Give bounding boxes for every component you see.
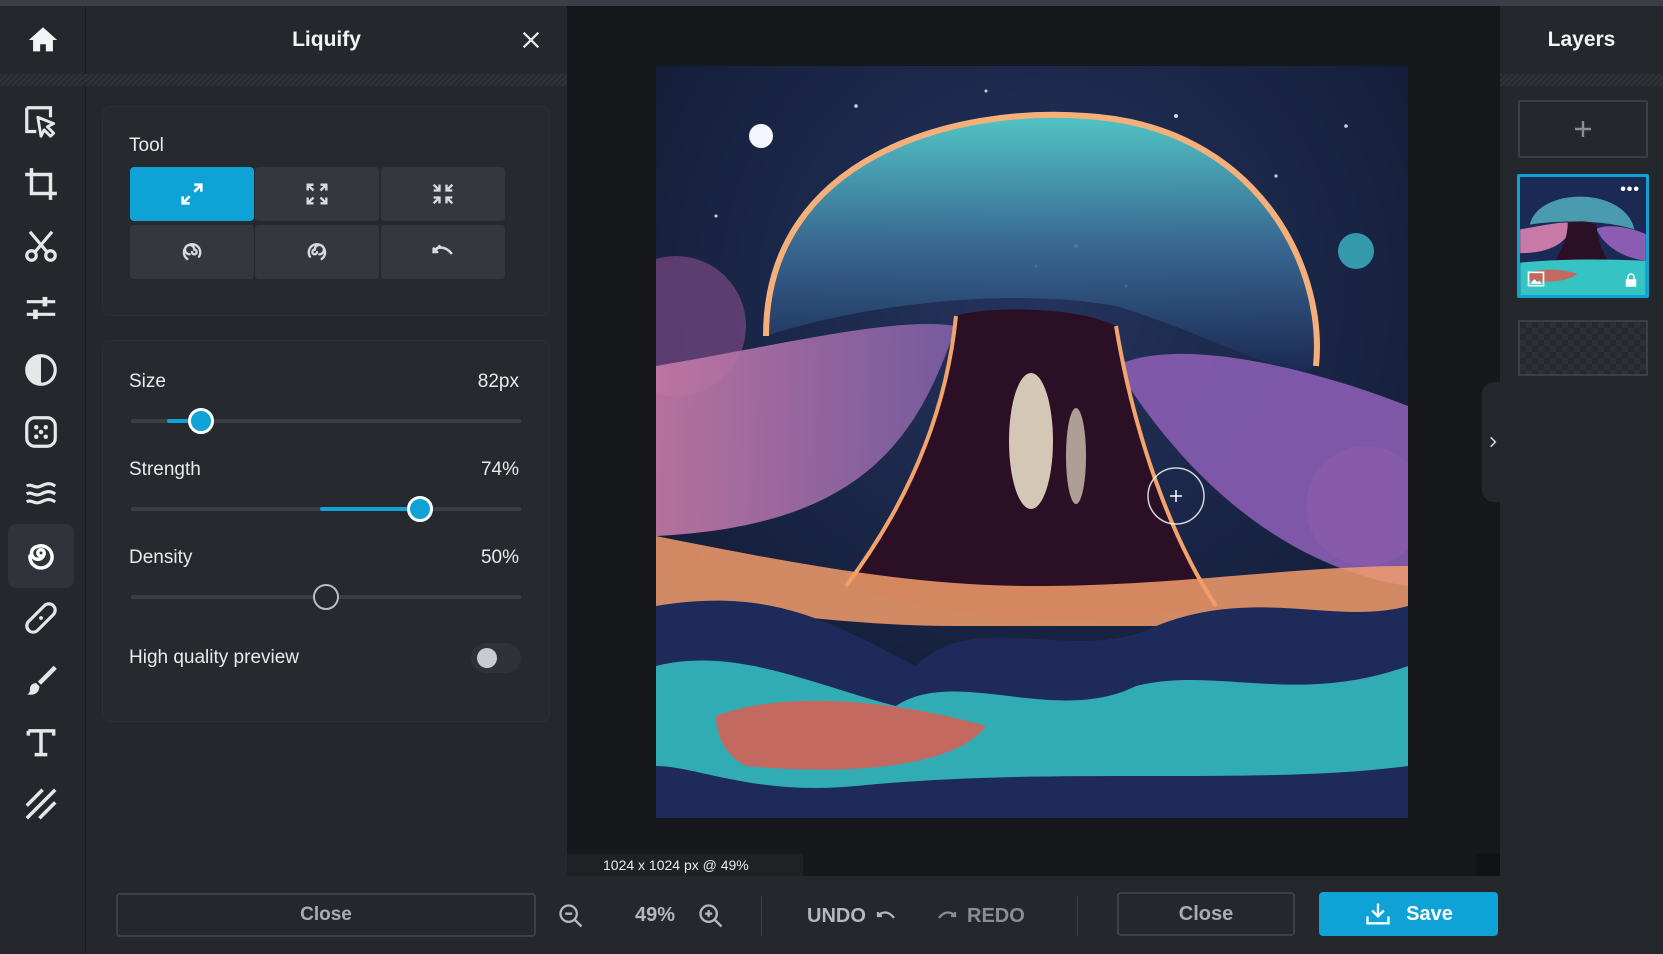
strength-slider[interactable] [131, 495, 521, 523]
lock-icon[interactable] [1622, 271, 1640, 289]
twirl-left-icon [182, 243, 202, 261]
scissors-icon [25, 230, 57, 262]
canvas-dimensions: 1024 x 1024 px @ 49% [567, 854, 803, 876]
settings-card: Size 82px Strength 74% Density 50% High … [102, 340, 550, 722]
strength-slider-fill [319, 507, 420, 511]
canvas-scroll-corner [1476, 854, 1500, 876]
twirl-left-tool-button[interactable] [130, 225, 254, 279]
redo-label: REDO [967, 904, 1025, 927]
size-label: Size [129, 371, 166, 392]
dots-grid-icon [25, 416, 57, 448]
pinch-tool-button[interactable] [381, 167, 505, 221]
density-label: Density [129, 547, 193, 568]
text-tool-button[interactable] [8, 710, 74, 774]
bottom-toolbar: 49% UNDO REDO Close Save [559, 876, 1500, 954]
retouch-tool-button[interactable] [8, 462, 74, 526]
size-slider[interactable] [131, 407, 521, 435]
layer-image-thumbnail[interactable]: ••• [1517, 174, 1649, 298]
hq-preview-toggle-knob [477, 648, 497, 668]
density-value: 50% [480, 547, 519, 568]
tool-label: Tool [129, 135, 164, 156]
zoom-out-icon[interactable] [557, 902, 585, 930]
hq-preview-toggle[interactable] [471, 643, 521, 673]
bandage-icon [25, 602, 57, 634]
home-icon [28, 27, 58, 52]
adjust-tool-button[interactable] [8, 276, 74, 340]
overlay-tool-button[interactable] [8, 772, 74, 836]
panel-header: Liquify [86, 6, 567, 74]
rail-separator [0, 74, 86, 86]
density-slider-thumb[interactable] [313, 584, 339, 610]
restore-tool-button[interactable] [381, 225, 505, 279]
toolbar-divider [761, 896, 762, 936]
expand-corners-icon [306, 183, 328, 205]
undo-label: UNDO [807, 904, 866, 927]
crop-icon [25, 168, 57, 200]
text-icon [26, 729, 56, 757]
close-icon [522, 31, 540, 49]
layer-more-icon[interactable]: ••• [1620, 181, 1640, 199]
liquify-panel: Liquify Tool Size 82px Strength 74% Dens… [86, 6, 567, 954]
expand-arrows-icon [181, 183, 203, 205]
redo-icon [938, 911, 957, 919]
panel-separator [86, 74, 567, 86]
tool-rail [0, 6, 86, 954]
swirl-icon [28, 544, 54, 570]
select-tool-button[interactable] [8, 90, 74, 154]
push-tool-button[interactable] [130, 167, 254, 221]
filters-tool-button[interactable] [8, 338, 74, 402]
size-value: 82px [477, 371, 519, 392]
zoom-in-icon[interactable] [697, 902, 725, 930]
size-slider-thumb[interactable] [188, 408, 215, 434]
strength-label: Strength [129, 459, 201, 480]
toolbar-divider-2 [1077, 896, 1078, 936]
strength-slider-thumb[interactable] [406, 496, 433, 522]
chevron-right-icon [1490, 436, 1497, 448]
layers-panel: Layers ••• [1500, 6, 1663, 954]
panel-close-x-button[interactable] [515, 24, 547, 56]
brush-icon [26, 665, 57, 695]
twirl-right-icon [307, 243, 327, 261]
twirl-right-tool-button[interactable] [255, 225, 379, 279]
close-button[interactable]: Close [1117, 892, 1295, 936]
bloat-tool-button[interactable] [255, 167, 379, 221]
save-label: Save [1406, 902, 1453, 925]
plus-icon [1575, 121, 1591, 137]
select-arrow-icon [25, 106, 56, 138]
artwork-image[interactable] [656, 66, 1408, 818]
add-layer-button[interactable] [1518, 100, 1648, 158]
contrast-icon [25, 354, 57, 386]
undo-icon [876, 911, 895, 919]
effects-tool-button[interactable] [8, 400, 74, 464]
canvas-area[interactable]: 1024 x 1024 px @ 49% [567, 6, 1500, 876]
zoom-level: 49% [634, 904, 676, 926]
strength-value: 74% [480, 459, 519, 480]
wave-dots-icon [25, 482, 57, 505]
draw-tool-button[interactable] [8, 648, 74, 712]
tool-card: Tool [102, 106, 550, 316]
sliders-icon [26, 296, 56, 320]
undo-arrow-icon [432, 244, 453, 255]
redo-button[interactable]: REDO [935, 904, 1025, 928]
density-slider[interactable] [131, 583, 521, 611]
image-layer-icon [1527, 271, 1545, 287]
home-button[interactable] [0, 6, 86, 74]
liquified-mushroom-artwork [656, 66, 1408, 818]
layers-title: Layers [1547, 28, 1616, 51]
hq-preview-label: High quality preview [129, 647, 300, 668]
shrink-corners-icon [432, 183, 454, 205]
hatch-icon [25, 788, 57, 820]
liquify-tool-button[interactable] [8, 524, 74, 588]
layer-transparent-thumbnail[interactable] [1518, 320, 1648, 376]
layers-separator [1500, 74, 1663, 86]
save-button[interactable]: Save [1319, 892, 1498, 936]
crop-tool-button[interactable] [8, 152, 74, 216]
heal-tool-button[interactable] [8, 586, 74, 650]
panel-title: Liquify [292, 28, 361, 51]
undo-button[interactable]: UNDO [807, 904, 898, 928]
download-icon [1366, 903, 1390, 925]
panel-close-button[interactable]: Close [116, 893, 536, 937]
cutout-tool-button[interactable] [8, 214, 74, 278]
